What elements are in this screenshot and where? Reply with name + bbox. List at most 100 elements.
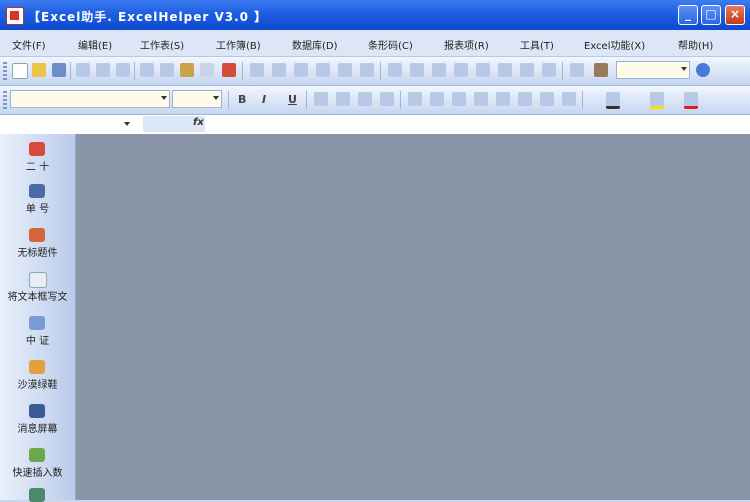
tool-icon — [29, 448, 45, 462]
spelling-icon[interactable] — [116, 63, 130, 77]
increase-decimal-icon[interactable] — [474, 92, 488, 106]
decrease-indent-icon[interactable] — [518, 92, 532, 106]
decrease-decimal-icon[interactable] — [496, 92, 510, 106]
menu-item-report[interactable]: 报表项(R) — [444, 37, 489, 52]
menu-item-tools[interactable]: 工具(T) — [520, 37, 554, 52]
function-icon[interactable] — [454, 63, 468, 77]
sidebar-item-more[interactable] — [2, 486, 73, 502]
toolbar-grip[interactable] — [3, 91, 7, 109]
borders-dropdown-icon[interactable] — [606, 92, 620, 109]
chevron-down-icon — [213, 96, 219, 100]
sort-descending-icon[interactable] — [360, 63, 374, 77]
menu-item-workbook[interactable]: 工作簿(B) — [216, 37, 261, 52]
sidebar-item-7[interactable]: 消息屏幕 — [2, 400, 73, 440]
sidebar-item-label: 将文本框写文 — [7, 292, 68, 303]
name-box[interactable] — [5, 116, 143, 132]
chevron-down-icon[interactable] — [124, 122, 130, 126]
pivot-icon[interactable] — [476, 63, 490, 77]
menu-item-help[interactable]: 帮助(H) — [678, 37, 713, 52]
camera-icon[interactable] — [594, 63, 608, 77]
filter-icon[interactable] — [432, 63, 446, 77]
menu-item-barcode[interactable]: 条形码(C) — [368, 37, 413, 52]
minimize-button[interactable]: _ — [678, 5, 698, 25]
print-icon[interactable] — [76, 63, 90, 77]
close-button[interactable]: × — [725, 5, 745, 25]
drawing-icon[interactable] — [410, 63, 424, 77]
window-title: 【Excel助手. ExcelHelper V3.0 】 — [28, 10, 268, 24]
menu-item-file[interactable]: 文件(F) — [12, 37, 46, 52]
align-left-icon[interactable] — [314, 92, 328, 106]
redo-icon[interactable] — [272, 63, 286, 77]
bold-button[interactable]: B — [238, 93, 246, 106]
tool-icon — [29, 404, 45, 418]
maximize-button[interactable]: □ — [701, 5, 721, 25]
cut-icon[interactable] — [140, 63, 154, 77]
menu-item-excel-functions[interactable]: Excel功能(X) — [584, 37, 645, 52]
open-folder-icon[interactable] — [32, 63, 46, 77]
hyperlink-icon[interactable] — [294, 63, 308, 77]
sidebar-item-3[interactable]: 无标题件 — [2, 224, 73, 264]
excel-app-icon[interactable] — [6, 7, 24, 25]
insert-chart-icon[interactable] — [388, 63, 402, 77]
underline-button[interactable]: U — [288, 93, 297, 106]
tool-icon — [29, 142, 45, 156]
autosum-icon[interactable] — [316, 63, 330, 77]
undo-icon[interactable] — [250, 63, 264, 77]
percent-icon[interactable] — [430, 92, 444, 106]
font-color-icon[interactable] — [684, 92, 698, 109]
font-name-dropdown[interactable] — [10, 90, 170, 108]
map-icon[interactable] — [542, 63, 556, 77]
menu-item-database[interactable]: 数据库(D) — [292, 37, 338, 52]
standard-toolbar — [0, 57, 750, 86]
sidebar-item-label: 中 证 — [25, 336, 50, 347]
sidebar-item-8[interactable]: 快速插入数 — [2, 444, 73, 484]
tool-icon — [29, 272, 47, 288]
chart-wizard-icon[interactable] — [520, 63, 534, 77]
tools-sidebar: 二 十 单 号 无标题件 将文本框写文 中 证 沙漠绿鞋 消息屏幕 快速插入数 — [0, 134, 76, 502]
align-right-icon[interactable] — [358, 92, 372, 106]
align-center-icon[interactable] — [336, 92, 350, 106]
drawing-toolbar-icon[interactable] — [570, 63, 584, 77]
sidebar-item-6[interactable]: 沙漠绿鞋 — [2, 356, 73, 396]
sidebar-item-label: 二 十 — [25, 162, 50, 173]
chevron-down-icon — [161, 96, 167, 100]
sidebar-item-4[interactable]: 将文本框写文 — [2, 268, 73, 308]
zoom-dropdown[interactable] — [616, 61, 690, 79]
formula-bar: fx — [0, 115, 750, 135]
font-size-dropdown[interactable] — [172, 90, 222, 108]
borders-icon[interactable] — [562, 92, 576, 106]
copy-icon[interactable] — [160, 63, 174, 77]
sidebar-item-2[interactable]: 单 号 — [2, 180, 73, 220]
title-bar: 【Excel助手. ExcelHelper V3.0 】 _ □ × — [0, 0, 750, 30]
print-preview-icon[interactable] — [96, 63, 110, 77]
workbook-area[interactable] — [76, 134, 750, 500]
menu-item-worksheet[interactable]: 工作表(S) — [140, 37, 184, 52]
sidebar-item-label: 消息屏幕 — [17, 424, 58, 435]
currency-icon[interactable] — [408, 92, 422, 106]
sidebar-item-label: 快速插入数 — [12, 468, 63, 479]
comma-style-icon[interactable] — [452, 92, 466, 106]
save-icon[interactable] — [52, 63, 66, 77]
sidebar-item-5[interactable]: 中 证 — [2, 312, 73, 352]
research-icon[interactable] — [222, 63, 236, 77]
fill-color-icon[interactable] — [650, 92, 664, 109]
sum-icon[interactable] — [498, 63, 512, 77]
sidebar-item-label: 无标题件 — [17, 248, 58, 259]
sidebar-item-label: 沙漠绿鞋 — [17, 380, 58, 391]
tool-icon — [29, 316, 45, 330]
menu-item-edit[interactable]: 编辑(E) — [78, 37, 112, 52]
paste-icon[interactable] — [180, 63, 194, 77]
sidebar-item-1[interactable]: 二 十 — [2, 138, 73, 178]
fx-icon[interactable]: fx — [193, 117, 204, 128]
increase-indent-icon[interactable] — [540, 92, 554, 106]
menu-bar: 文件(F) 编辑(E) 工作表(S) 工作簿(B) 数据库(D) 条形码(C) … — [0, 30, 750, 57]
toolbar-grip[interactable] — [3, 62, 7, 80]
format-painter-icon[interactable] — [200, 63, 214, 77]
merge-center-icon[interactable] — [380, 92, 394, 106]
sort-ascending-icon[interactable] — [338, 63, 352, 77]
italic-button[interactable]: I — [262, 93, 266, 106]
new-file-icon[interactable] — [12, 63, 28, 79]
chevron-down-icon — [681, 67, 687, 71]
help-icon[interactable] — [696, 63, 710, 77]
formatting-toolbar: B I U — [0, 86, 750, 115]
